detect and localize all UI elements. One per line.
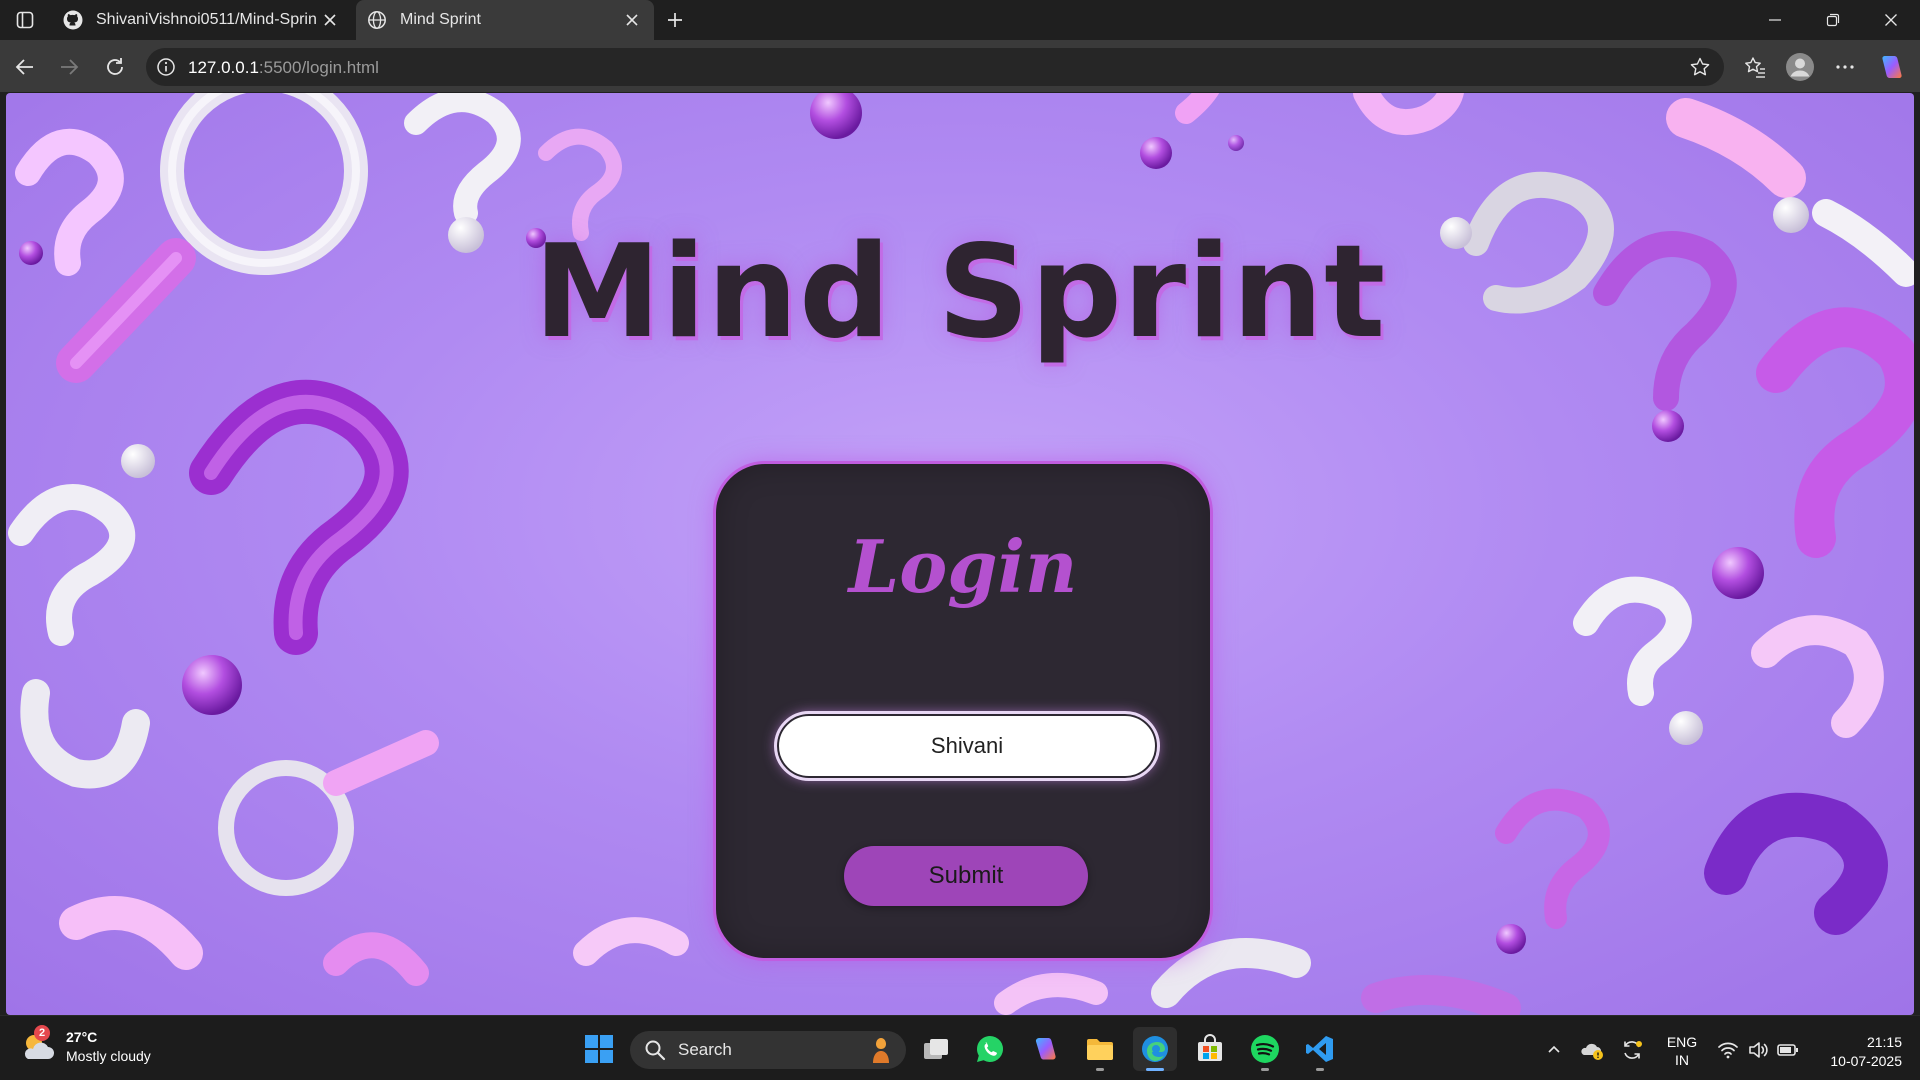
taskbar: 2 27°C Mostly cloudy Search ENG IN 21:15… [0, 1015, 1920, 1080]
avatar-icon [1786, 53, 1814, 81]
address-bar[interactable]: 127.0.0.1:5500/login.html [146, 48, 1724, 86]
clock-date: 10-07-2025 [1830, 1053, 1902, 1069]
taskbar-search[interactable]: Search [630, 1031, 906, 1069]
favorites-icon [1745, 57, 1765, 78]
store-button[interactable] [1188, 1027, 1232, 1071]
copilot-icon [1882, 56, 1902, 78]
login-card: Login Submit [713, 461, 1213, 961]
close-icon [324, 14, 336, 26]
arrow-left-icon [15, 59, 33, 75]
weather-condition: Mostly cloudy [66, 1048, 151, 1064]
input-language-indicator[interactable]: ENG IN [1662, 1033, 1702, 1069]
system-clock[interactable]: 21:15 10-07-2025 [1812, 1033, 1902, 1071]
running-indicator [1096, 1068, 1104, 1071]
wifi-icon [1718, 1042, 1738, 1059]
profile-button[interactable] [1783, 50, 1817, 84]
cloud-warning-icon [1581, 1043, 1603, 1060]
copilot-button[interactable] [1874, 50, 1908, 84]
refresh-icon [107, 58, 123, 75]
onedrive-tray-button[interactable] [1578, 1036, 1606, 1064]
close-window-button[interactable] [1862, 0, 1920, 40]
start-button[interactable] [577, 1027, 621, 1071]
weather-temperature: 27°C [66, 1029, 98, 1045]
copilot-icon [1035, 1038, 1056, 1060]
windows-logo-icon [585, 1035, 613, 1063]
tab-mind-sprint[interactable]: Mind Sprint [356, 0, 654, 40]
new-tab-button[interactable] [660, 6, 690, 34]
language-code: ENG [1666, 1034, 1698, 1050]
sidebar-tabs-icon [16, 11, 34, 29]
running-indicator [1146, 1068, 1164, 1071]
whatsapp-icon [977, 1036, 1004, 1062]
favorites-button[interactable] [1738, 50, 1772, 84]
login-heading: Login [848, 524, 1078, 609]
url-path: :5500/login.html [258, 58, 379, 77]
task-view-icon [924, 1039, 948, 1059]
username-input[interactable] [774, 711, 1160, 781]
spotify-icon [1251, 1035, 1279, 1063]
edge-button[interactable] [1133, 1027, 1177, 1071]
tab-github[interactable]: ShivaniVishnoi0511/Mind-Sprint [52, 0, 352, 40]
show-hidden-icons-button[interactable] [1540, 1036, 1568, 1064]
minimize-button[interactable] [1746, 0, 1804, 40]
running-indicator [1316, 1068, 1324, 1071]
more-dots-icon [1836, 65, 1854, 69]
sync-tray-button[interactable] [1618, 1036, 1646, 1064]
cloudy-weather-icon: 2 [20, 1025, 56, 1065]
url-text: 127.0.0.1:5500/login.html [188, 58, 379, 78]
weather-widget[interactable]: 2 27°C Mostly cloudy [20, 1025, 151, 1066]
url-host: 127.0.0.1 [188, 58, 259, 77]
folder-icon [1087, 1039, 1113, 1060]
tab-actions-button[interactable] [10, 6, 40, 34]
back-button[interactable] [8, 50, 42, 84]
speaker-icon [1749, 1042, 1768, 1058]
globe-icon [366, 9, 388, 31]
battery-icon [1777, 1044, 1798, 1056]
tab-strip: ShivaniVishnoi0511/Mind-Sprint Mind Spri… [0, 0, 1920, 40]
running-indicator [1261, 1068, 1269, 1071]
chevron-up-icon [1548, 1045, 1560, 1053]
search-highlight-icon [866, 1035, 896, 1065]
close-icon [626, 14, 638, 26]
arrow-right-icon [61, 59, 79, 75]
page-title: Mind Sprint [533, 218, 1387, 367]
github-icon [62, 9, 84, 31]
edge-icon [1142, 1036, 1168, 1062]
tab-close-button[interactable] [316, 6, 344, 34]
store-icon [1198, 1034, 1222, 1061]
search-icon [642, 1037, 668, 1063]
restore-button[interactable] [1804, 0, 1862, 40]
tab-title: Mind Sprint [400, 11, 481, 28]
vscode-button[interactable] [1298, 1027, 1342, 1071]
tab-close-button[interactable] [618, 6, 646, 34]
close-icon [1885, 14, 1897, 26]
favorite-star-icon[interactable] [1688, 55, 1712, 79]
forward-button[interactable] [52, 50, 86, 84]
file-explorer-button[interactable] [1078, 1027, 1122, 1071]
refresh-button[interactable] [98, 50, 132, 84]
vscode-icon [1306, 1036, 1333, 1062]
whatsapp-button[interactable] [968, 1027, 1012, 1071]
sync-icon [1624, 1041, 1642, 1059]
spotify-button[interactable] [1243, 1027, 1287, 1071]
minimize-icon [1769, 19, 1781, 21]
site-info-icon[interactable] [154, 55, 178, 79]
wifi-tray-button[interactable] [1714, 1036, 1742, 1064]
weather-badge: 2 [34, 1025, 50, 1041]
tab-title: ShivaniVishnoi0511/Mind-Sprint [96, 11, 316, 28]
language-region: IN [1675, 1052, 1689, 1068]
task-view-button[interactable] [914, 1027, 958, 1071]
page-viewport: Mind Sprint Login Submit [6, 93, 1914, 1015]
submit-button[interactable]: Submit [844, 846, 1088, 906]
more-menu-button[interactable] [1828, 50, 1862, 84]
clock-time: 21:15 [1866, 1034, 1902, 1050]
battery-tray-button[interactable] [1774, 1036, 1802, 1064]
copilot-app-button[interactable] [1023, 1027, 1067, 1071]
search-label: Search [678, 1040, 732, 1059]
plus-icon [668, 13, 682, 27]
volume-tray-button[interactable] [1744, 1036, 1772, 1064]
restore-icon [1826, 13, 1840, 27]
